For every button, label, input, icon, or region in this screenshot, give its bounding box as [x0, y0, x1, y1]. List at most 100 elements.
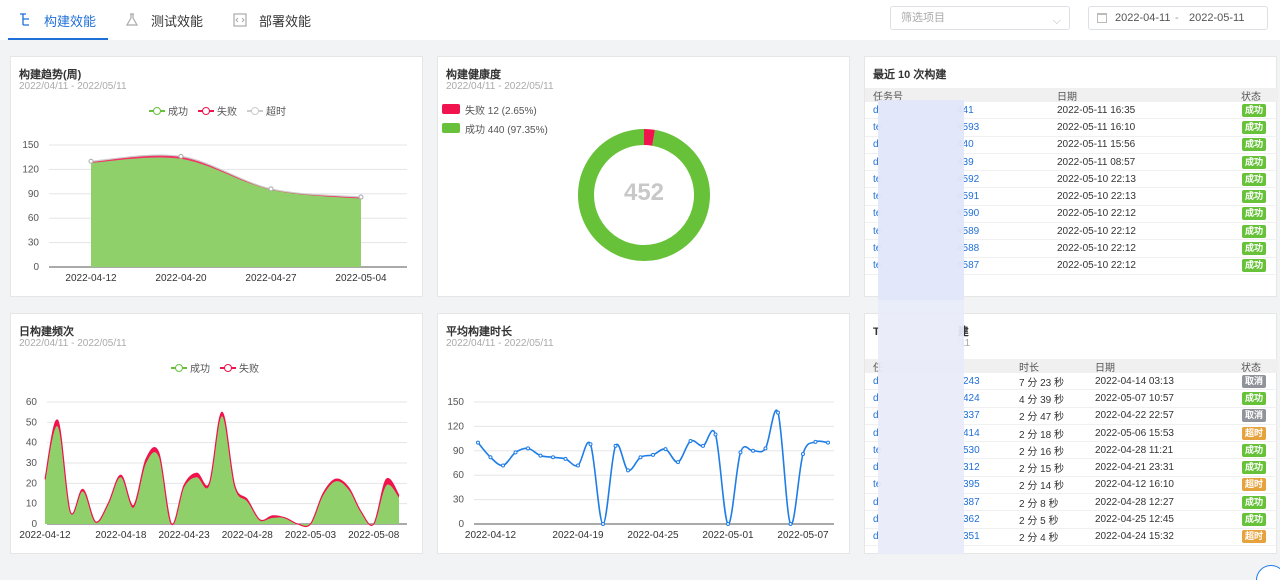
tab-deploy[interactable]: 部署效能 [233, 0, 311, 40]
build-date: 2022-04-14 03:13 [1095, 375, 1174, 387]
status-badge: 成功 [1241, 120, 1266, 134]
y-tick-label: 60 [26, 397, 38, 408]
build-date: 2022-04-24 15:32 [1095, 531, 1174, 543]
y-tick-label: 20 [26, 478, 38, 489]
x-tick-label: 2022-05-01 [702, 530, 754, 541]
status-badge: 成功 [1241, 138, 1266, 152]
build-date: 2022-05-11 08:57 [1057, 156, 1136, 168]
build-duration: 4 分 39 秒 [1019, 394, 1065, 406]
status-badge: 取消 [1241, 409, 1266, 423]
build-id-link[interactable]: 243 [963, 376, 980, 387]
build-date: 2022-05-06 15:53 [1095, 427, 1174, 439]
status-badge: 成功 [1241, 495, 1266, 509]
build-id-link[interactable]: 414 [963, 428, 980, 439]
data-point [626, 468, 630, 473]
data-point [826, 440, 830, 445]
status-badge: 成功 [1241, 513, 1266, 527]
build-date: 2022-05-11 16:35 [1057, 104, 1136, 116]
daily-frequency-card: 日构建频次 2022/04/11 - 2022/05/11 成功 失败 0 10 2… [10, 313, 423, 554]
calendar-icon [1097, 13, 1107, 23]
duration-line [477, 409, 829, 525]
x-tick-label: 2022-04-23 [158, 530, 210, 541]
build-id-link[interactable]: 530 [963, 445, 980, 456]
x-tick-label: 2022-04-28 [222, 530, 274, 541]
data-point [358, 194, 364, 200]
date-end[interactable]: 2022-05-11 [1189, 7, 1244, 29]
tab-label: 部署效能 [259, 13, 312, 29]
donut-total: 452 [623, 179, 665, 206]
date-separator: - [1175, 12, 1179, 24]
data-point [488, 455, 493, 460]
data-point [663, 447, 668, 452]
build-date: 2022-04-28 12:27 [1095, 496, 1174, 508]
build-date: 2022-05-11 15:56 [1057, 139, 1136, 151]
redaction-overlay [878, 100, 964, 300]
y-tick-label: 150 [22, 140, 39, 151]
data-point [713, 432, 718, 437]
avg-duration-chart: 0 30 60 90 120 150 2022-04-12 2022-04-19 2022-04… [447, 397, 834, 541]
col-status: 状态 [1241, 362, 1261, 374]
status-badge: 超时 [1241, 530, 1266, 544]
date-range-picker[interactable]: 2022-04-11 - 2022-05-11 [1088, 6, 1268, 30]
status-badge: 取消 [1241, 374, 1266, 388]
build-date: 2022-04-25 12:45 [1095, 514, 1174, 526]
build-date: 2022-04-28 11:21 [1095, 444, 1174, 456]
build-date: 2022-05-11 16:10 [1057, 121, 1136, 133]
avg-duration-card: 平均构建时长 2022/04/11 - 2022/05/11 0 30 60 90 12… [437, 313, 850, 554]
data-point [813, 439, 818, 444]
tab-build[interactable]: 构建效能 [7, 0, 109, 40]
col-date: 日期 [1057, 91, 1077, 103]
x-tick-label: 2022-04-20 [155, 273, 207, 284]
build-id-link[interactable]: 362 [963, 514, 980, 525]
build-id-link[interactable]: 337 [963, 410, 980, 421]
build-date: 2022-05-10 22:12 [1057, 225, 1136, 237]
data-point [676, 460, 680, 465]
build-id-link[interactable]: 424 [963, 393, 980, 404]
y-tick-label: 120 [22, 164, 39, 175]
build-trend-card: 构建趋势(周) 2022/04/11 - 2022/05/11 成功 失败 超时… [10, 56, 423, 297]
data-point [563, 456, 568, 461]
data-point [613, 443, 618, 448]
data-point [726, 522, 730, 526]
build-date: 2022-05-10 22:12 [1057, 208, 1136, 220]
data-point [801, 452, 805, 457]
status-badge: 成功 [1241, 172, 1266, 186]
redaction-overlay [878, 300, 964, 554]
y-tick-label: 30 [26, 458, 38, 469]
flask-icon [125, 13, 139, 26]
status-badge: 成功 [1241, 155, 1266, 169]
build-date: 2022-05-10 22:12 [1057, 243, 1136, 255]
data-point [551, 455, 555, 460]
data-point [476, 440, 480, 445]
build-duration: 2 分 4 秒 [1019, 533, 1059, 545]
x-tick-label: 2022-05-04 [335, 273, 387, 284]
build-duration: 2 分 15 秒 [1019, 464, 1065, 476]
build-id-link[interactable]: 351 [963, 531, 980, 542]
x-tick-label: 2022-04-19 [552, 530, 604, 541]
data-point [651, 452, 655, 457]
scroll-top-button[interactable] [1256, 565, 1280, 580]
filter-placeholder: 筛选项目 [901, 12, 945, 24]
y-tick-label: 10 [26, 499, 38, 510]
y-tick-label: 40 [26, 438, 38, 449]
y-tick-label: 60 [28, 213, 40, 224]
tab-test[interactable]: 测试效能 [125, 0, 203, 40]
donut-slice-fail [643, 129, 655, 146]
date-start[interactable]: 2022-04-11 [1115, 7, 1170, 29]
x-tick-label: 2022-05-07 [777, 530, 829, 541]
build-date: 2022-04-22 22:57 [1095, 410, 1174, 422]
data-point [268, 186, 274, 192]
build-id-link[interactable]: 395 [963, 479, 980, 490]
build-duration: 2 分 47 秒 [1019, 412, 1065, 424]
build-date: 2022-04-21 23:31 [1095, 462, 1174, 474]
y-tick-label: 50 [26, 417, 38, 428]
build-duration: 2 分 14 秒 [1019, 481, 1065, 493]
build-id-link[interactable]: 312 [963, 462, 980, 473]
build-id-link[interactable]: 387 [963, 497, 980, 508]
project-filter-select[interactable]: 筛选项目 ⌵ [890, 6, 1070, 30]
x-tick-label: 2022-04-12 [19, 530, 71, 541]
tab-label: 测试效能 [151, 13, 204, 29]
build-date: 2022-05-10 22:12 [1057, 260, 1136, 272]
y-tick-label: 0 [31, 519, 37, 530]
build-health-donut [578, 129, 710, 261]
